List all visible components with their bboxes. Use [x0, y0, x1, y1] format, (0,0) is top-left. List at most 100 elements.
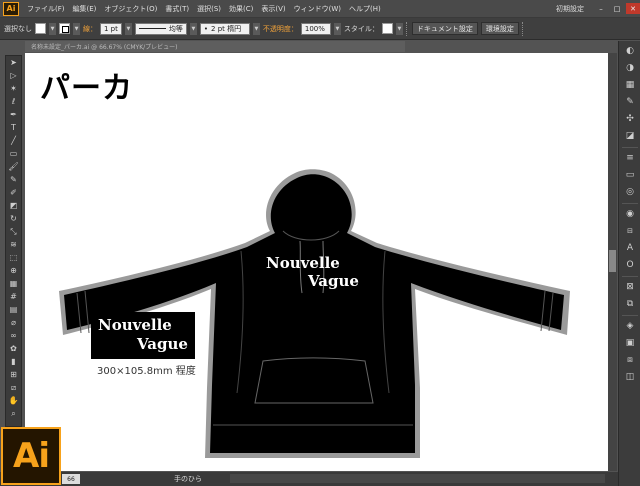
scale-tool-icon[interactable]: ⤡	[6, 226, 21, 238]
mesh-tool-icon[interactable]: #	[6, 291, 21, 303]
lasso-tool-icon[interactable]: ℓ	[6, 96, 21, 108]
stroke-swatch[interactable]	[59, 23, 70, 34]
direct-selection-tool-icon[interactable]: ▷	[6, 70, 21, 82]
navigator-panel-icon[interactable]: ◫	[621, 370, 639, 384]
appearance-panel-icon[interactable]: ◉	[621, 207, 639, 221]
transparency-panel-icon[interactable]: ◎	[621, 185, 639, 199]
zoom-tool-icon[interactable]: ⌕	[6, 408, 21, 420]
stroke-panel-icon[interactable]: ≡	[621, 151, 639, 165]
rectangle-tool-icon[interactable]: ▭	[6, 148, 21, 160]
artboard-tool-icon[interactable]: ⊞	[6, 369, 21, 381]
menu-bar: Ai ファイル(F) 編集(E) オブジェクト(O) 書式(T) 選択(S) 効…	[0, 0, 640, 18]
gradient-panel-icon[interactable]: ▭	[621, 168, 639, 182]
chest-print-line1[interactable]: Nouvelle	[266, 254, 340, 272]
logo-dimensions[interactable]: 300×105.8mm 程度	[97, 362, 196, 377]
pathfinder-panel-icon[interactable]: ⧉	[621, 297, 639, 311]
magic-wand-tool-icon[interactable]: ✶	[6, 83, 21, 95]
maximize-icon[interactable]: □	[610, 3, 624, 14]
symbols-panel-icon[interactable]: ✣	[621, 112, 639, 126]
brush-definition[interactable]: • 2 pt 楕円	[199, 22, 250, 35]
selection-tool-icon[interactable]: ➤	[6, 57, 21, 69]
brushes-panel-icon[interactable]: ✎	[621, 95, 639, 109]
opacity-dropdown-icon[interactable]: ▼	[333, 22, 341, 35]
blend-tool-icon[interactable]: ∞	[6, 330, 21, 342]
free-transform-tool-icon[interactable]: ⬚	[6, 252, 21, 264]
type-tool-icon[interactable]: T	[6, 122, 21, 134]
gradient-tool-icon[interactable]: ▤	[6, 304, 21, 316]
column-graph-tool-icon[interactable]: ▮	[6, 356, 21, 368]
swatches-panel-icon[interactable]: ▦	[621, 78, 639, 92]
menu-view[interactable]: 表示(V)	[257, 4, 289, 14]
artboards-panel-icon[interactable]: ▣	[621, 336, 639, 350]
minimize-icon[interactable]: –	[594, 3, 608, 14]
selection-status: 選択なし	[4, 24, 32, 33]
style-dropdown-icon[interactable]: ▼	[395, 22, 403, 35]
zoom-field[interactable]: 66	[62, 474, 80, 484]
paintbrush-tool-icon[interactable]: 🖌	[6, 161, 21, 173]
transform-panel-icon[interactable]: ⊠	[621, 280, 639, 294]
menu-object[interactable]: オブジェクト(O)	[100, 4, 161, 14]
close-icon[interactable]: ✕	[626, 3, 640, 14]
line-tool-icon[interactable]: ╱	[6, 135, 21, 147]
menu-select[interactable]: 選択(S)	[193, 4, 225, 14]
menu-type[interactable]: 書式(T)	[161, 4, 193, 14]
opacity-field[interactable]: 100%	[300, 22, 331, 35]
graphic-style-swatch[interactable]	[381, 23, 393, 34]
document-setup-button[interactable]: ドキュメント設定	[411, 22, 478, 35]
style-label: スタイル：	[343, 24, 379, 33]
shape-builder-tool-icon[interactable]: ⊕	[6, 265, 21, 277]
opacity-label[interactable]: 不透明度：	[263, 24, 298, 34]
stroke-weight-field[interactable]: 1 pt	[100, 22, 122, 35]
dock-separator-3	[622, 276, 638, 277]
color-guide-panel-icon[interactable]: ◑	[621, 61, 639, 75]
menu-file[interactable]: ファイル(F)	[23, 4, 69, 14]
character-panel-icon[interactable]: A	[621, 241, 639, 255]
stroke-label[interactable]: 線：	[83, 24, 97, 34]
artboard[interactable]: パーカ Nouvelle Vague Nouvelle Vague 300×10…	[25, 53, 608, 471]
menu-window[interactable]: ウィンドウ(W)	[290, 4, 345, 14]
eraser-tool-icon[interactable]: ◩	[6, 200, 21, 212]
artboard-title[interactable]: パーカ	[40, 63, 133, 107]
menu-effect[interactable]: 効果(C)	[225, 4, 257, 14]
opentype-panel-icon[interactable]: O	[621, 258, 639, 272]
pencil-tool-icon[interactable]: ✎	[6, 174, 21, 186]
color-panel-icon[interactable]: ◐	[621, 44, 639, 58]
symbol-sprayer-tool-icon[interactable]: ✿	[6, 343, 21, 355]
document-tab[interactable]: 名称未設定_パーカ.ai @ 66.67% (CMYK/プレビュー)	[25, 41, 405, 52]
menu-edit[interactable]: 編集(E)	[69, 4, 101, 14]
chest-print-line2[interactable]: Vague	[308, 272, 359, 290]
align-panel-icon[interactable]: ⊟	[621, 224, 639, 238]
horizontal-scrollbar[interactable]	[230, 474, 605, 483]
brush-label: 2 pt 楕円	[211, 24, 242, 33]
warp-tool-icon[interactable]: ≋	[6, 239, 21, 251]
graphic-styles-panel-icon[interactable]: ◪	[621, 129, 639, 143]
preferences-button[interactable]: 環境設定	[480, 22, 519, 35]
workspace-switcher[interactable]: 初期設定	[552, 3, 588, 15]
fill-swatch[interactable]	[35, 23, 46, 34]
eyedropper-tool-icon[interactable]: ⌀	[6, 317, 21, 329]
vertical-scrollbar[interactable]	[608, 53, 617, 471]
hand-tool-icon[interactable]: ✋	[6, 395, 21, 407]
app-logo: Ai	[3, 1, 19, 16]
fill-dropdown-icon[interactable]: ▼	[49, 22, 56, 35]
profile-label: 均等	[168, 24, 183, 33]
layers-panel-icon[interactable]: ◈	[621, 319, 639, 333]
brush-dropdown-icon[interactable]: ▼	[252, 22, 260, 35]
perspective-grid-tool-icon[interactable]: ▦	[6, 278, 21, 290]
stroke-weight-dropdown-icon[interactable]: ▼	[124, 22, 132, 35]
logo-sample[interactable]: Nouvelle Vague	[91, 312, 195, 359]
stroke-dropdown-icon[interactable]: ▼	[73, 22, 80, 35]
variable-width-profile[interactable]: 均等	[134, 22, 187, 35]
brush-dot-icon: •	[203, 24, 209, 33]
vertical-scroll-thumb[interactable]	[609, 250, 616, 272]
tools-panel: ➤ ▷ ✶ ℓ ✒ T ╱ ▭ 🖌 ✎ ✐ ◩ ↻ ⤡ ≋ ⬚ ⊕ ▦ # ▤ …	[5, 55, 22, 427]
profile-dropdown-icon[interactable]: ▼	[189, 22, 197, 35]
links-panel-icon[interactable]: ⧈	[621, 353, 639, 367]
illustrator-logo: Ai	[1, 427, 61, 485]
pen-tool-icon[interactable]: ✒	[6, 109, 21, 121]
blob-brush-tool-icon[interactable]: ✐	[6, 187, 21, 199]
slice-tool-icon[interactable]: ⧄	[6, 382, 21, 394]
hoodie-illustration[interactable]	[55, 113, 575, 468]
rotate-tool-icon[interactable]: ↻	[6, 213, 21, 225]
menu-help[interactable]: ヘルプ(H)	[345, 4, 385, 14]
